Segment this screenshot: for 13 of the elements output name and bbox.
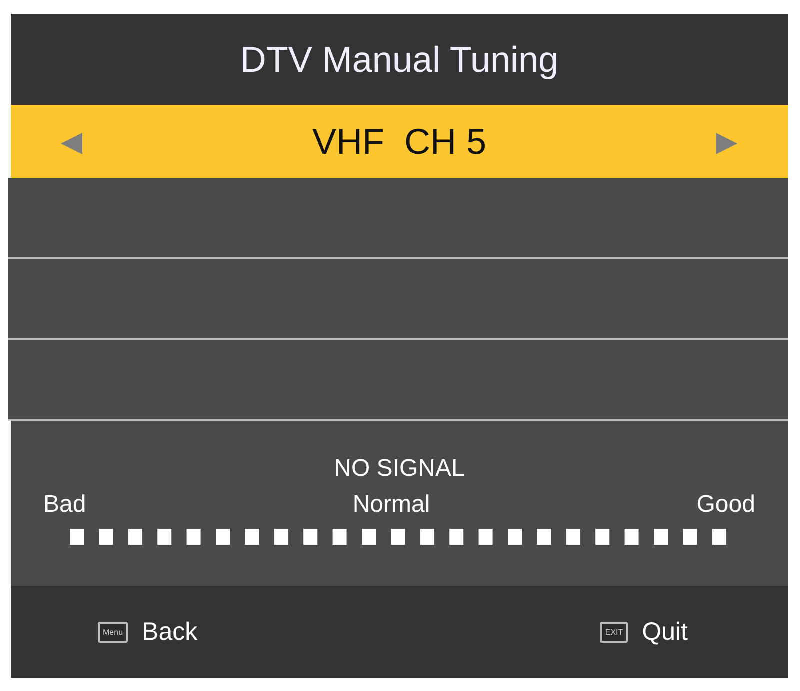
footer-hint: Quit [642, 618, 688, 646]
right-arrow[interactable]: ▶ [716, 125, 738, 158]
scale-label: Normal [352, 491, 430, 519]
remote-key-icon: EXIT [600, 622, 628, 642]
menu-title: DTV Manual Tuning [11, 14, 788, 105]
channel-value: VHF CH 5 [312, 120, 487, 162]
left-arrow[interactable]: ◀ [61, 125, 83, 158]
remote-key-icon: Menu [98, 622, 128, 642]
scale-label: Bad [44, 491, 86, 519]
footer-hint: Back [142, 618, 198, 646]
scale-label: Good [696, 491, 756, 519]
channel-selector[interactable]: ◀ VHF CH 5 ▶ [11, 105, 788, 178]
signal-status: NO SIGNAL [334, 455, 465, 483]
